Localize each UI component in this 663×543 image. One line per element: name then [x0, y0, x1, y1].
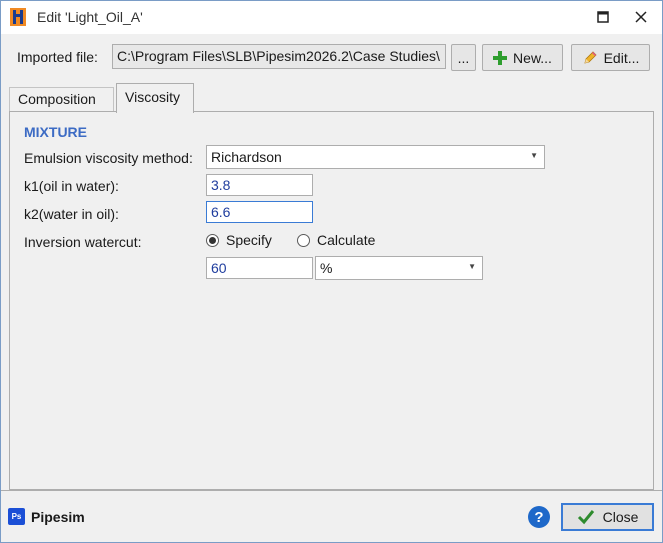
radio-unselected-icon	[297, 233, 310, 247]
k2-label: k2(water in oil):	[24, 206, 119, 222]
edit-button-label: Edit...	[603, 49, 640, 66]
k1-label: k1(oil in water):	[24, 178, 119, 194]
window-title: Edit 'Light_Oil_A'	[37, 9, 143, 25]
maximize-icon	[597, 11, 609, 23]
imported-file-path: C:\Program Files\SLB\Pipesim2026.2\Case …	[112, 44, 446, 69]
chevron-down-icon: ▼	[530, 151, 538, 160]
brand-name: Pipesim	[31, 508, 85, 525]
tab-viscosity[interactable]: Viscosity	[116, 83, 194, 113]
pipesim-logo-icon: Ps	[8, 508, 25, 525]
edit-button[interactable]: Edit...	[571, 44, 650, 71]
checkmark-icon	[577, 509, 595, 525]
k1-input[interactable]: 3.8	[206, 174, 313, 196]
app-icon	[10, 8, 26, 26]
pencil-icon	[582, 50, 598, 66]
specify-radio[interactable]: Specify	[206, 232, 272, 248]
specify-label: Specify	[226, 232, 272, 248]
title-bar: Edit 'Light_Oil_A'	[1, 1, 662, 34]
section-title-mixture: MIXTURE	[24, 124, 87, 140]
watercut-unit-value: %	[320, 260, 333, 276]
viscosity-panel: MIXTURE Emulsion viscosity method: Richa…	[9, 111, 654, 490]
imported-file-label: Imported file:	[17, 49, 98, 65]
emulsion-method-dropdown[interactable]: Richardson ▼	[206, 145, 545, 169]
browse-button[interactable]: ...	[451, 44, 476, 71]
calculate-radio[interactable]: Calculate	[297, 232, 375, 248]
new-button[interactable]: New...	[482, 44, 563, 71]
tab-composition[interactable]: Composition	[9, 87, 114, 112]
emulsion-method-label: Emulsion viscosity method:	[24, 150, 193, 166]
edit-fluid-window: Edit 'Light_Oil_A' Imported file: C:\Pro…	[0, 0, 663, 543]
watercut-unit-dropdown[interactable]: % ▼	[315, 256, 483, 280]
dialog-footer: Ps Pipesim ? Close	[1, 490, 662, 542]
k2-input[interactable]: 6.6	[206, 201, 313, 223]
help-button[interactable]: ?	[528, 506, 550, 528]
radio-selected-icon	[206, 233, 219, 247]
imported-file-row: Imported file: C:\Program Files\SLB\Pipe…	[17, 44, 652, 71]
close-button-label: Close	[602, 509, 639, 525]
brand: Ps Pipesim	[8, 508, 85, 525]
close-icon	[635, 11, 647, 23]
close-button[interactable]: Close	[561, 503, 654, 531]
dialog-content: Imported file: C:\Program Files\SLB\Pipe…	[1, 34, 662, 542]
close-window-button[interactable]	[627, 5, 655, 29]
calculate-label: Calculate	[317, 232, 376, 248]
inversion-watercut-label: Inversion watercut:	[24, 234, 142, 250]
chevron-down-icon: ▼	[468, 262, 476, 271]
emulsion-method-value: Richardson	[211, 149, 282, 165]
new-button-label: New...	[513, 49, 552, 66]
watercut-input[interactable]: 60	[206, 257, 313, 279]
plus-icon	[493, 50, 508, 65]
maximize-button[interactable]	[589, 5, 617, 29]
